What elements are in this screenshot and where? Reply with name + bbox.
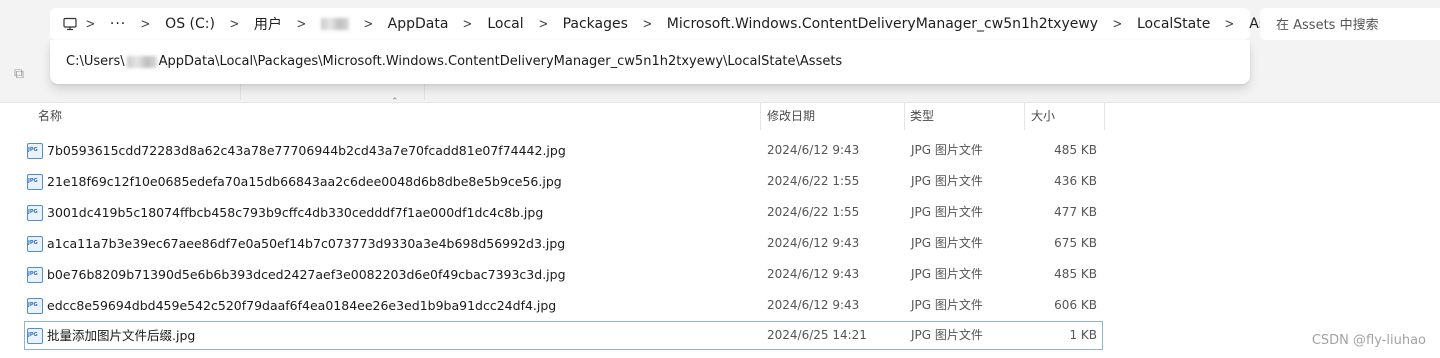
file-date: 2024/6/22 1:55 bbox=[767, 205, 860, 219]
file-size: 1 KB bbox=[1069, 328, 1097, 342]
redacted-username bbox=[126, 55, 157, 68]
chevron-right-icon[interactable]: > bbox=[229, 17, 239, 32]
crumb-os-c[interactable]: OS (C:) bbox=[159, 16, 221, 32]
file-name[interactable]: 21e18f69c12f10e0685edefa70a15db66843aa2c… bbox=[47, 168, 562, 195]
chevron-right-icon[interactable]: > bbox=[363, 17, 373, 32]
jpg-file-icon bbox=[27, 328, 43, 344]
chevron-right-icon[interactable]: > bbox=[538, 17, 548, 32]
jpg-file-icon bbox=[27, 298, 43, 314]
file-name[interactable]: b0e76b8209b71390d5e6b6b393dced2427aef3e0… bbox=[47, 261, 566, 288]
toolbar-divider bbox=[240, 84, 241, 100]
copy-icon[interactable]: ⧉ bbox=[14, 66, 30, 82]
jpg-file-icon bbox=[27, 205, 43, 221]
path-prefix[interactable]: C:\Users\ bbox=[66, 54, 125, 69]
crumb-content-delivery-manager[interactable]: Microsoft.Windows.ContentDeliveryManager… bbox=[661, 16, 1104, 32]
file-row[interactable]: 7b0593615cdd72283d8a62c43a78e77706944b2c… bbox=[24, 136, 1103, 165]
column-header-name[interactable]: 名称 bbox=[38, 102, 758, 130]
file-row-focused[interactable]: 批量添加图片文件后缀.jpg 2024/6/25 14:21 JPG 图片文件 … bbox=[24, 321, 1103, 350]
chevron-right-icon[interactable]: > bbox=[86, 17, 96, 32]
crumb-localstate[interactable]: LocalState bbox=[1131, 16, 1216, 32]
chevron-right-icon[interactable]: > bbox=[296, 17, 306, 32]
chevron-right-icon[interactable]: > bbox=[1225, 17, 1235, 32]
column-header-date[interactable]: 修改日期 bbox=[767, 102, 901, 130]
column-header-size[interactable]: 大小 bbox=[1031, 102, 1101, 130]
file-size: 606 KB bbox=[1054, 298, 1097, 312]
crumb-users[interactable]: 用户 bbox=[248, 14, 288, 34]
file-size: 436 KB bbox=[1054, 174, 1097, 188]
full-path-popup[interactable]: C:\Users\ AppData\Local\Packages\Microso… bbox=[50, 40, 1250, 84]
file-size: 485 KB bbox=[1054, 143, 1097, 157]
file-type: JPG 图片文件 bbox=[911, 236, 983, 250]
toolbar-divider bbox=[424, 84, 425, 100]
file-row[interactable]: b0e76b8209b71390d5e6b6b393dced2427aef3e0… bbox=[24, 260, 1103, 289]
watermark: CSDN @fly-liuhao bbox=[1311, 333, 1426, 348]
more-crumbs-button[interactable]: ··· bbox=[104, 16, 132, 32]
file-size: 477 KB bbox=[1054, 205, 1097, 219]
file-size: 485 KB bbox=[1054, 267, 1097, 281]
file-row[interactable]: edcc8e59694dbd459e542c520f79daaf6f4ea018… bbox=[24, 291, 1103, 320]
file-type: JPG 图片文件 bbox=[911, 328, 983, 342]
jpg-file-icon bbox=[27, 143, 43, 159]
redacted-username[interactable] bbox=[320, 18, 349, 30]
file-name[interactable]: 3001dc419b5c18074ffbcb458c793b9cffc4db33… bbox=[47, 199, 543, 226]
path-suffix[interactable]: AppData\Local\Packages\Microsoft.Windows… bbox=[159, 54, 843, 69]
file-name[interactable]: edcc8e59694dbd459e542c520f79daaf6f4ea018… bbox=[47, 292, 556, 319]
jpg-file-icon bbox=[27, 174, 43, 190]
jpg-file-icon bbox=[27, 267, 43, 283]
column-divider[interactable] bbox=[904, 102, 905, 130]
file-name[interactable]: a1ca11a7b3e39ec67aee86df7e0a50ef14b7c073… bbox=[47, 230, 565, 257]
crumb-local[interactable]: Local bbox=[481, 16, 529, 32]
file-type: JPG 图片文件 bbox=[911, 298, 983, 312]
file-row[interactable]: a1ca11a7b3e39ec67aee86df7e0a50ef14b7c073… bbox=[24, 229, 1103, 258]
file-type: JPG 图片文件 bbox=[911, 143, 983, 157]
crumb-packages[interactable]: Packages bbox=[557, 16, 634, 32]
file-date: 2024/6/22 1:55 bbox=[767, 174, 860, 188]
file-date: 2024/6/12 9:43 bbox=[767, 298, 860, 312]
search-box[interactable] bbox=[1260, 8, 1440, 40]
column-divider[interactable] bbox=[760, 102, 761, 130]
file-type: JPG 图片文件 bbox=[911, 267, 983, 281]
file-date: 2024/6/12 9:43 bbox=[767, 267, 860, 281]
chevron-right-icon[interactable]: > bbox=[141, 17, 151, 32]
chevron-right-icon[interactable]: > bbox=[642, 17, 652, 32]
file-type: JPG 图片文件 bbox=[911, 205, 983, 219]
file-name[interactable]: 7b0593615cdd72283d8a62c43a78e77706944b2c… bbox=[47, 137, 566, 164]
file-name[interactable]: 批量添加图片文件后缀.jpg bbox=[47, 322, 195, 349]
jpg-file-icon bbox=[27, 236, 43, 252]
chevron-right-icon[interactable]: > bbox=[1113, 17, 1123, 32]
address-bar[interactable]: > ··· > OS (C:) > 用户 > > AppData > Local… bbox=[50, 8, 1295, 40]
search-input[interactable] bbox=[1274, 15, 1438, 35]
file-type: JPG 图片文件 bbox=[911, 174, 983, 188]
file-row[interactable]: 3001dc419b5c18074ffbcb458c793b9cffc4db33… bbox=[24, 198, 1103, 227]
file-date: 2024/6/12 9:43 bbox=[767, 143, 860, 157]
file-date: 2024/6/25 14:21 bbox=[767, 328, 867, 342]
chevron-right-icon[interactable]: > bbox=[463, 17, 473, 32]
file-size: 675 KB bbox=[1054, 236, 1097, 250]
this-pc-icon[interactable] bbox=[63, 17, 77, 31]
column-divider[interactable] bbox=[1104, 102, 1105, 130]
file-row[interactable]: 21e18f69c12f10e0685edefa70a15db66843aa2c… bbox=[24, 167, 1103, 196]
column-divider[interactable] bbox=[1024, 102, 1025, 130]
crumb-appdata[interactable]: AppData bbox=[382, 16, 455, 32]
file-date: 2024/6/12 9:43 bbox=[767, 236, 860, 250]
column-header-type[interactable]: 类型 bbox=[910, 102, 1020, 130]
